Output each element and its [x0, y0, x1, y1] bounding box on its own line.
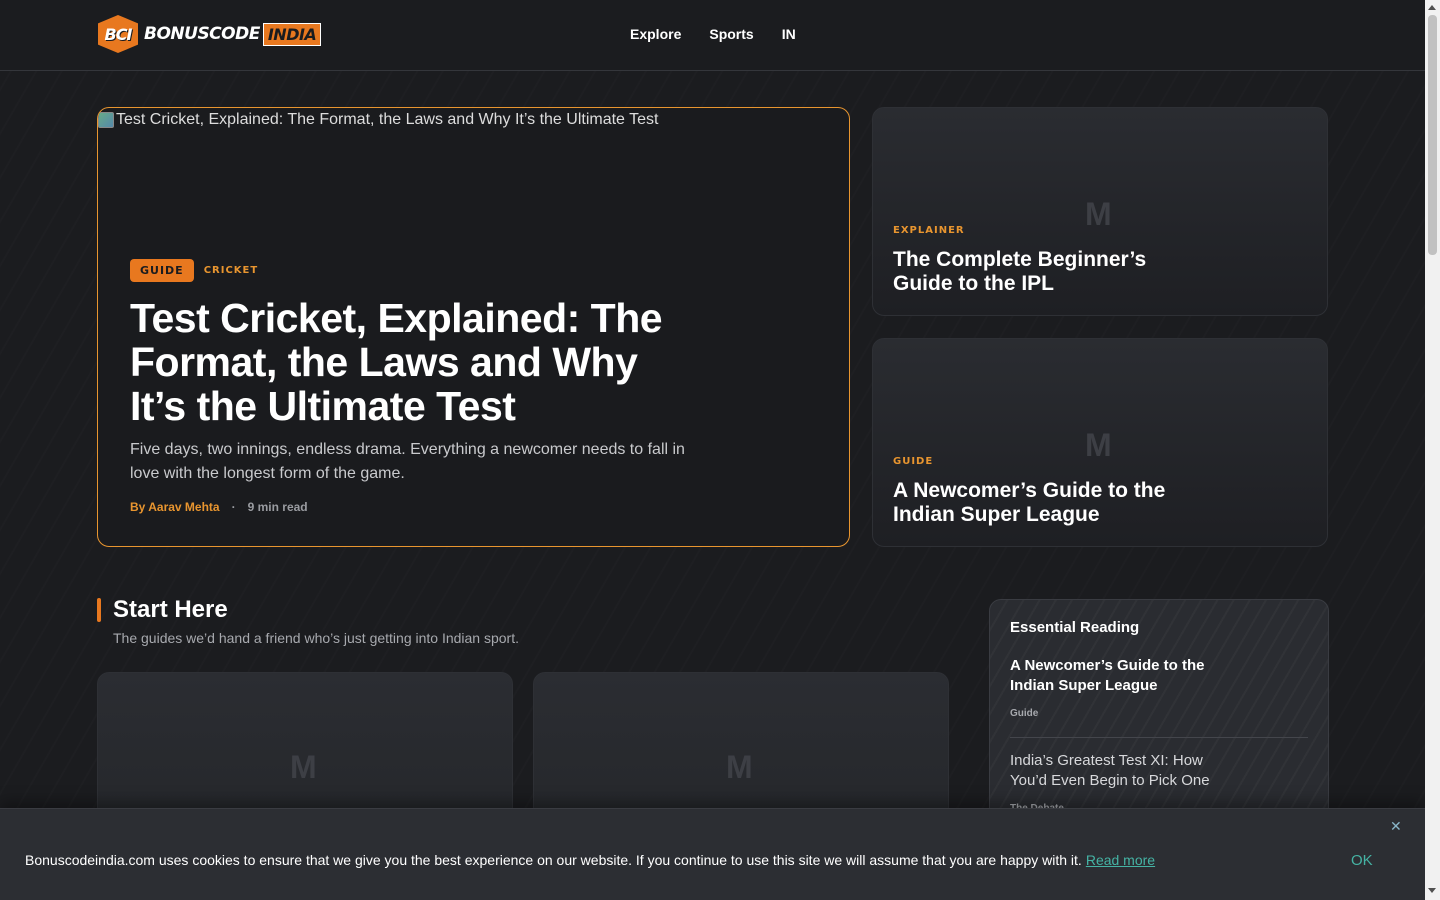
cookie-ok-button[interactable]: OK: [1351, 852, 1373, 869]
hero-read-time: 9 min read: [247, 500, 308, 514]
nav-explore[interactable]: Explore: [630, 26, 681, 42]
nav-sports[interactable]: Sports: [709, 26, 753, 42]
essential-item-title[interactable]: India’s Greatest Test XI: How You’d Even…: [1010, 751, 1230, 791]
page-scrollbar[interactable]: [1425, 0, 1440, 900]
essential-reading-panel: Essential Reading A Newcomer’s Guide to …: [989, 599, 1329, 839]
start-here-heading: Start Here: [97, 596, 228, 623]
side-card-title[interactable]: The Complete Beginner’s Guide to the IPL: [893, 248, 1193, 296]
side-article-card[interactable]: M GUIDE A Newcomer’s Guide to the Indian…: [872, 338, 1328, 547]
section-title: Start Here: [113, 596, 228, 623]
logo-india: INDIA: [262, 22, 322, 46]
hero-title[interactable]: Test Cricket, Explained: The Format, the…: [130, 296, 690, 428]
site-header: BCI BONUSCODE INDIA Explore Sports IN: [0, 0, 1425, 71]
cookie-message: Bonuscodeindia.com uses cookies to ensur…: [25, 852, 1155, 868]
hero-tags: GUIDE CRICKET: [130, 259, 258, 282]
logo-wordmark: BONUSCODE INDIA: [144, 22, 322, 46]
scroll-down-arrow-icon[interactable]: [1428, 888, 1436, 893]
side-card-title[interactable]: A Newcomer’s Guide to the Indian Super L…: [893, 479, 1193, 527]
hero-author[interactable]: By Aarav Mehta: [130, 500, 220, 514]
hero-category-link[interactable]: CRICKET: [204, 265, 259, 276]
section-subtitle: The guides we’d hand a friend who’s just…: [113, 630, 519, 646]
side-card-category[interactable]: EXPLAINER: [893, 225, 965, 236]
side-card-category[interactable]: GUIDE: [893, 456, 933, 467]
cookie-banner: ✕ Bonuscodeindia.com uses cookies to ens…: [0, 808, 1425, 900]
hero-image: Test Cricket, Explained: The Format, the…: [98, 111, 658, 129]
hero-meta: By Aarav Mehta · 9 min read: [130, 500, 308, 514]
logo-badge: BCI: [98, 15, 138, 53]
image-placeholder: M: [290, 749, 317, 785]
image-placeholder: M: [726, 749, 753, 785]
hero-type-badge[interactable]: GUIDE: [130, 259, 194, 282]
hero-description: Five days, two innings, endless drama. E…: [130, 441, 685, 482]
scroll-up-arrow-icon[interactable]: [1428, 5, 1436, 10]
scrollbar-thumb[interactable]: [1428, 15, 1437, 255]
essential-item-category: Guide: [1010, 708, 1039, 719]
broken-image-icon: [98, 112, 114, 128]
main-nav: Explore Sports IN: [630, 26, 796, 42]
logo-text: BONUSCODE: [144, 24, 260, 44]
section-accent-bar: [97, 598, 101, 622]
image-placeholder: M: [1085, 427, 1112, 463]
side-article-card[interactable]: M EXPLAINER The Complete Beginner’s Guid…: [872, 107, 1328, 316]
hero-image-alt-text: Test Cricket, Explained: The Format, the…: [116, 111, 659, 128]
nav-region[interactable]: IN: [782, 26, 796, 42]
image-placeholder: M: [1085, 196, 1112, 232]
read-more-link[interactable]: Read more: [1086, 852, 1155, 868]
close-icon[interactable]: ✕: [1390, 819, 1402, 835]
essential-reading-title: Essential Reading: [1010, 619, 1140, 636]
cookie-text: Bonuscodeindia.com uses cookies to ensur…: [25, 852, 1082, 868]
hero-article-card[interactable]: Test Cricket, Explained: The Format, the…: [97, 107, 850, 547]
meta-separator: ·: [231, 500, 236, 514]
site-logo[interactable]: BCI BONUSCODE INDIA: [98, 15, 322, 53]
essential-item-title[interactable]: A Newcomer’s Guide to the Indian Super L…: [1010, 656, 1230, 696]
divider: [1010, 737, 1308, 738]
